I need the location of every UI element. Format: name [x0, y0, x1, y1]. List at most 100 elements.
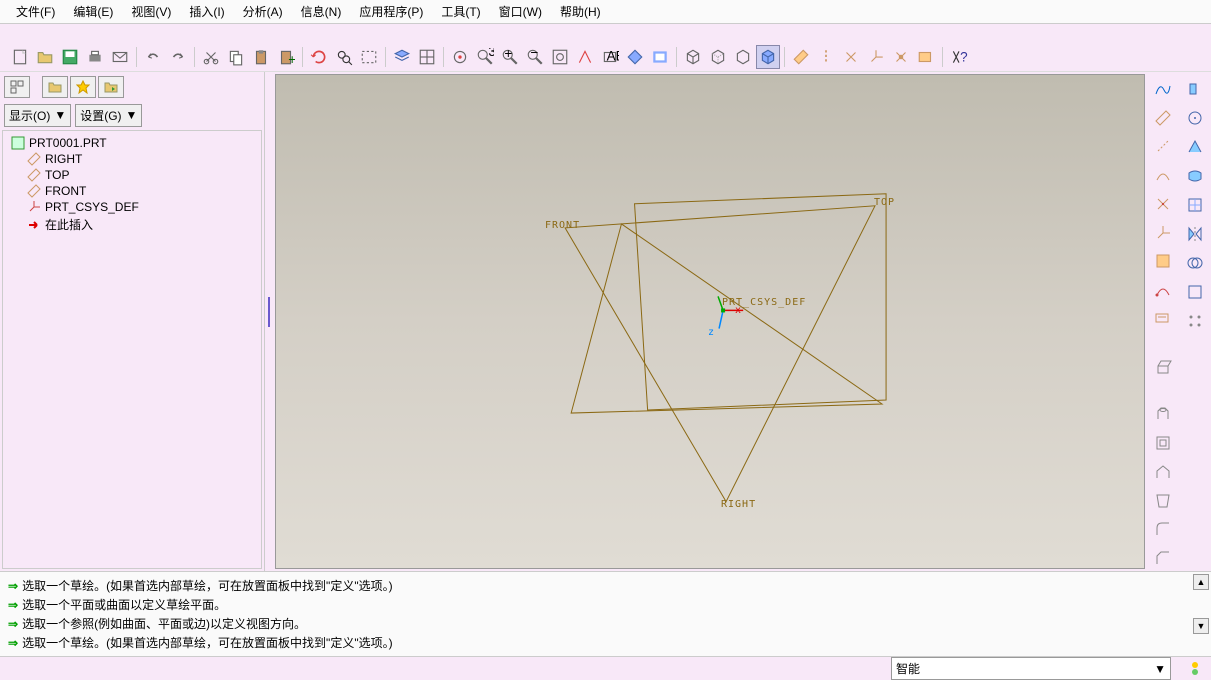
shell-button[interactable] — [1150, 430, 1176, 456]
datum-plane-display-button[interactable] — [789, 45, 813, 69]
viewport[interactable]: TOP FRONT RIGHT PRT_CSYS_DEF x z — [275, 74, 1145, 569]
regen-button[interactable] — [307, 45, 331, 69]
cut-button[interactable] — [199, 45, 223, 69]
draft-button[interactable] — [1150, 488, 1176, 514]
tree-root[interactable]: PRT0001.PRT — [7, 135, 257, 151]
message-arrow-icon: ⇒ — [8, 617, 18, 631]
filter-select[interactable]: 智能▼ — [891, 657, 1171, 680]
annotation-button[interactable] — [1150, 306, 1176, 332]
menu-edit[interactable]: 编辑(E) — [65, 1, 121, 22]
tree-item-insert[interactable]: 在此插入 — [7, 215, 257, 234]
new-button[interactable] — [8, 45, 32, 69]
message-arrow-icon: ⇒ — [8, 598, 18, 612]
render-button[interactable] — [648, 45, 672, 69]
print-button[interactable] — [83, 45, 107, 69]
datum-csys-button[interactable] — [1150, 220, 1176, 246]
settings-dropdown[interactable]: 设置(G) ▼ — [75, 104, 142, 127]
favorites-button[interactable] — [70, 76, 96, 98]
view-manager-button[interactable] — [415, 45, 439, 69]
revolve-button[interactable] — [1182, 76, 1208, 102]
chamfer-button[interactable] — [1150, 545, 1176, 571]
open-button[interactable] — [33, 45, 57, 69]
paste-special-button[interactable]: + — [274, 45, 298, 69]
variable-sweep-button[interactable] — [1182, 163, 1208, 189]
datum-axis-button[interactable] — [1150, 134, 1176, 160]
blend-button[interactable] — [1182, 134, 1208, 160]
redo-button[interactable] — [166, 45, 190, 69]
menu-view[interactable]: 视图(V) — [123, 1, 179, 22]
part-icon — [11, 136, 25, 150]
datum-point-display-button[interactable] — [839, 45, 863, 69]
shading-button[interactable] — [756, 45, 780, 69]
annotation-icon-button[interactable] — [914, 45, 938, 69]
tree-item-top[interactable]: TOP — [7, 167, 257, 183]
model-tree[interactable]: PRT0001.PRT RIGHT TOP FRONT PRT_CSYS_DEF… — [2, 130, 262, 569]
curve-sketch-button[interactable] — [1150, 277, 1176, 303]
menu-tools[interactable]: 工具(T) — [433, 1, 488, 22]
scroll-up-button[interactable]: ▲ — [1193, 574, 1209, 590]
menu-insert[interactable]: 插入(I) — [181, 1, 232, 22]
menu-window[interactable]: 窗口(W) — [491, 1, 550, 22]
tree-item-label: PRT_CSYS_DEF — [45, 200, 139, 214]
help-button[interactable]: ? — [947, 45, 971, 69]
mirror-button[interactable] — [1182, 221, 1208, 247]
menu-file[interactable]: 文件(F) — [8, 1, 63, 22]
no-hidden-button[interactable] — [731, 45, 755, 69]
folder-browser-button[interactable] — [42, 76, 68, 98]
splitter[interactable] — [265, 72, 273, 571]
zoom-fit-button[interactable] — [548, 45, 572, 69]
zoom-out-button[interactable]: − — [523, 45, 547, 69]
extrude-button[interactable] — [1150, 354, 1176, 380]
tree-nav-button[interactable] — [4, 76, 30, 98]
email-button[interactable] — [108, 45, 132, 69]
plane-icon — [27, 168, 41, 182]
svg-text:+: + — [504, 48, 512, 61]
orient-button[interactable]: 3 — [473, 45, 497, 69]
show-dropdown[interactable]: 显示(O) ▼ — [4, 104, 71, 127]
datum-point-button[interactable] — [1150, 191, 1176, 217]
datum-curve-button[interactable] — [1150, 162, 1176, 188]
menu-app[interactable]: 应用程序(P) — [351, 1, 431, 22]
svg-text:+: + — [288, 51, 295, 65]
statusbar: 智能▼ — [0, 656, 1211, 680]
saved-view-button[interactable]: AB — [598, 45, 622, 69]
hidden-line-button[interactable] — [706, 45, 730, 69]
datum-axis-display-button[interactable] — [814, 45, 838, 69]
undo-button[interactable] — [141, 45, 165, 69]
zoom-in-button[interactable]: + — [498, 45, 522, 69]
round-button[interactable] — [1150, 516, 1176, 542]
tree-item-label: TOP — [45, 168, 69, 182]
trim-button[interactable] — [1182, 279, 1208, 305]
style-button[interactable] — [1182, 192, 1208, 218]
annotation-display-button[interactable] — [889, 45, 913, 69]
tree-item-csys[interactable]: PRT_CSYS_DEF — [7, 199, 257, 215]
pattern-button[interactable] — [1182, 308, 1208, 334]
paste-button[interactable] — [249, 45, 273, 69]
menu-info[interactable]: 信息(N) — [293, 1, 350, 22]
rib-button[interactable] — [1150, 459, 1176, 485]
wireframe-button[interactable] — [681, 45, 705, 69]
merge-button[interactable] — [1182, 250, 1208, 276]
menu-analysis[interactable]: 分析(A) — [235, 1, 291, 22]
top-plane-label: TOP — [874, 197, 895, 208]
csys-display-button[interactable] — [864, 45, 888, 69]
menu-help[interactable]: 帮助(H) — [552, 1, 609, 22]
select-button[interactable] — [357, 45, 381, 69]
reorient-button[interactable] — [573, 45, 597, 69]
scroll-down-button[interactable]: ▼ — [1193, 618, 1209, 634]
copy-button[interactable] — [224, 45, 248, 69]
sketch-spline-button[interactable] — [1150, 76, 1176, 102]
tree-item-front[interactable]: FRONT — [7, 183, 257, 199]
hole-button[interactable] — [1150, 401, 1176, 427]
datum-plane-button[interactable] — [1150, 105, 1176, 131]
tree-item-right[interactable]: RIGHT — [7, 151, 257, 167]
spin-center-button[interactable] — [448, 45, 472, 69]
layer-button[interactable] — [390, 45, 414, 69]
folder-nav-button[interactable] — [98, 76, 124, 98]
sweep-button[interactable] — [1182, 105, 1208, 131]
x-axis-label: x — [735, 305, 742, 316]
find-button[interactable] — [332, 45, 356, 69]
appearance-button[interactable] — [623, 45, 647, 69]
save-button[interactable] — [58, 45, 82, 69]
sketch-button[interactable] — [1150, 249, 1176, 275]
